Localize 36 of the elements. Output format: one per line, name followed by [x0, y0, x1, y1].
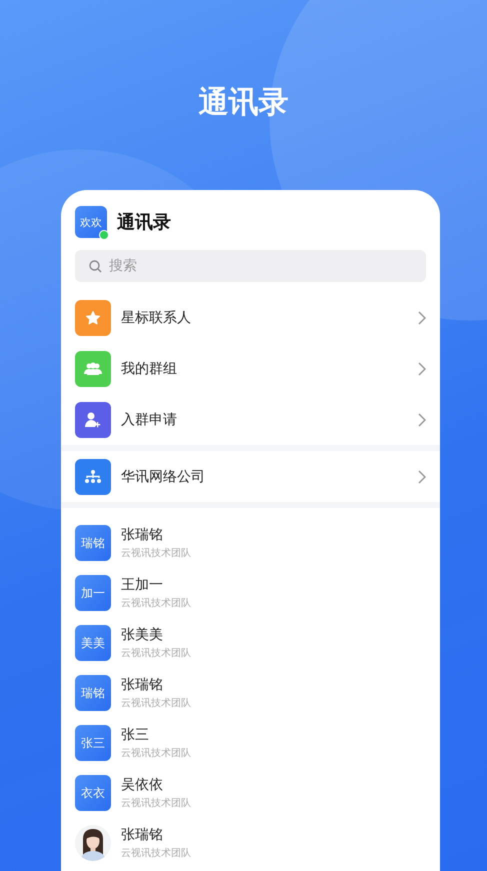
screen-title: 通讯录: [117, 211, 171, 234]
contact-name[interactable]: 王加一: [121, 576, 191, 594]
contact-name[interactable]: 张瑞铭: [121, 676, 191, 694]
contact-name[interactable]: 吴依依: [121, 776, 191, 794]
chevron-right-icon: [418, 362, 426, 376]
contact-avatar: 美美: [75, 625, 111, 661]
contact-avatar: 张三: [75, 725, 111, 761]
menu-item-label[interactable]: 我的群组: [121, 360, 408, 378]
contact-avatar: 加一: [75, 575, 111, 611]
chevron-right-icon: [418, 470, 426, 484]
contact-name[interactable]: 张美美: [121, 626, 191, 644]
search-field[interactable]: 搜索: [75, 250, 426, 282]
contact-name[interactable]: 张瑞铭: [121, 526, 191, 544]
group-icon: [84, 362, 102, 376]
chevron-right-icon: [418, 310, 426, 324]
contact-avatar: 瑞铭: [75, 525, 111, 561]
org-chart-icon: [84, 468, 102, 484]
contact-team: 云视讯技术团队: [121, 546, 191, 560]
contact-avatar: 瑞铭: [75, 675, 111, 711]
chevron-right-icon: [418, 412, 426, 426]
contact-name[interactable]: 张三: [121, 726, 191, 744]
contact-team: 云视讯技术团队: [121, 696, 191, 710]
menu-item-label[interactable]: 入群申请: [121, 410, 408, 428]
add-person-icon: [84, 410, 102, 428]
page-headline: 通讯录: [198, 84, 288, 122]
contact-team: 云视讯技术团队: [121, 596, 191, 610]
contact-team: 云视讯技术团队: [121, 796, 191, 810]
star-icon: [85, 310, 101, 326]
contact-team: 云视讯技术团队: [121, 846, 191, 860]
menu-item-label[interactable]: 星标联系人: [121, 308, 408, 326]
user-avatar[interactable]: 欢欢: [75, 206, 107, 238]
contact-avatar: 衣衣: [75, 775, 111, 811]
contact-team: 云视讯技术团队: [121, 746, 191, 760]
contact-team: 云视讯技术团队: [121, 646, 191, 660]
contact-name[interactable]: 张瑞铭: [121, 826, 191, 844]
menu-item-label[interactable]: 华讯网络公司: [121, 468, 408, 486]
